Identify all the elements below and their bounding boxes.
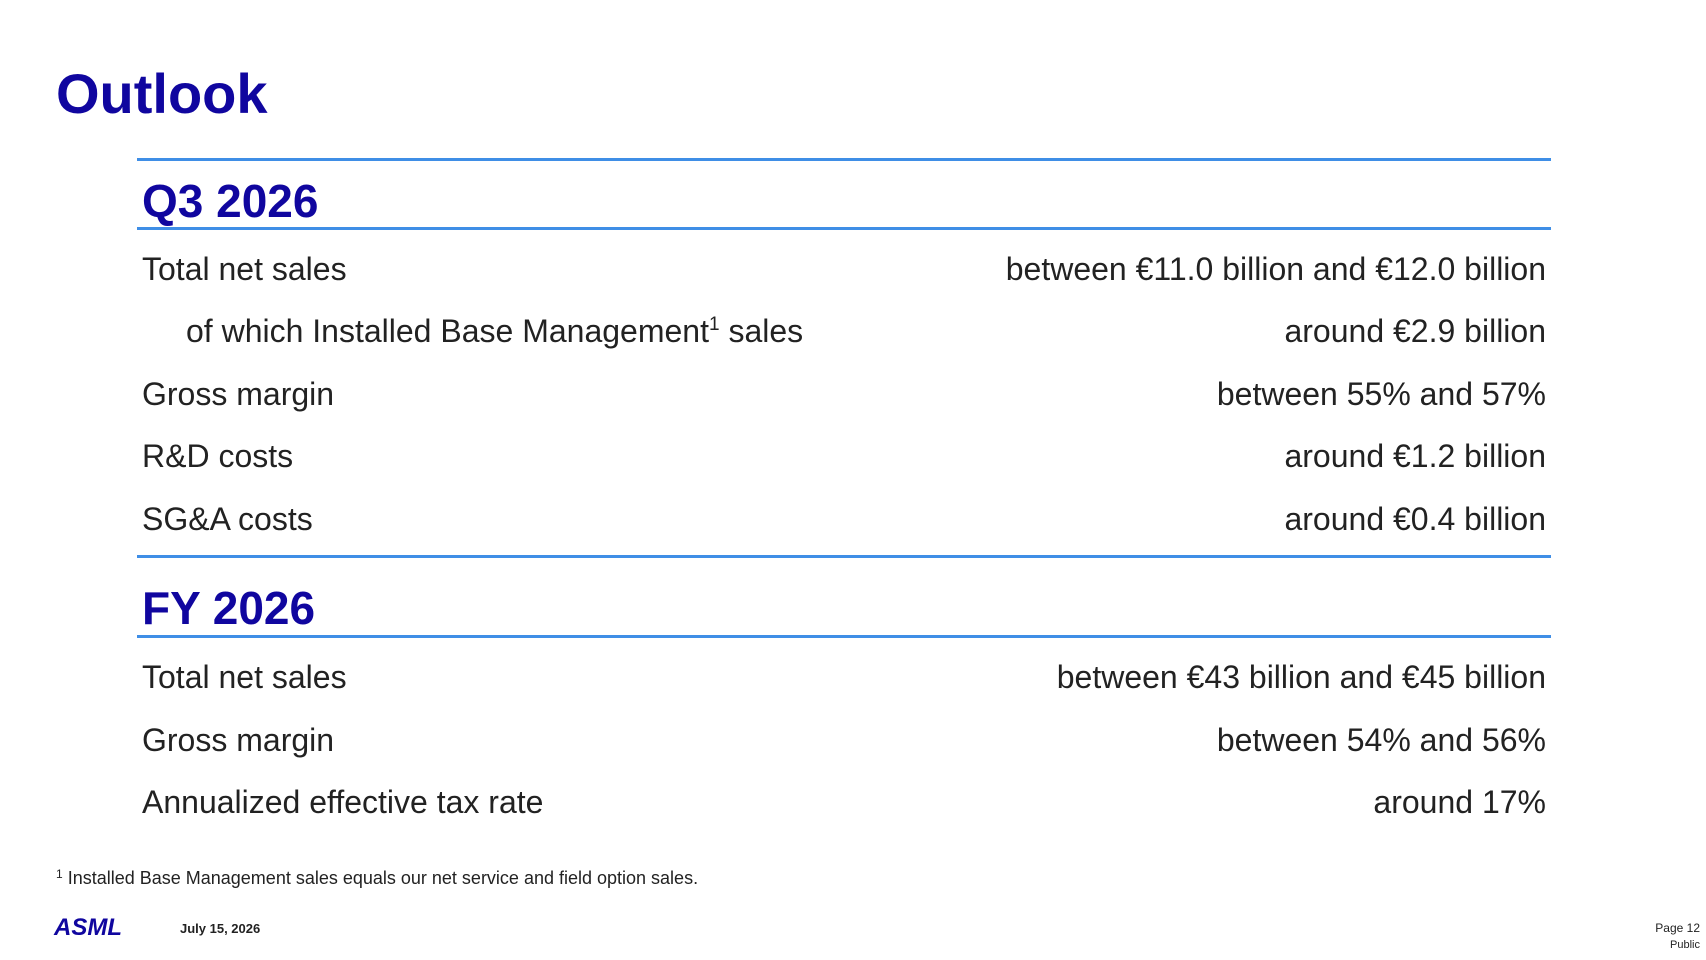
q3-bottom-rule <box>137 227 1551 230</box>
row-label: SG&A costs <box>142 501 313 537</box>
q3-row-rd-costs: R&D costs around €1.2 billion <box>142 434 1546 478</box>
q3-row-gross-margin: Gross margin between 55% and 57% <box>142 372 1546 416</box>
row-value: between 55% and 57% <box>1216 376 1546 412</box>
footer-date: July 15, 2026 <box>180 921 261 936</box>
fy-row-gross-margin: Gross margin between 54% and 56% <box>142 718 1546 762</box>
row-value: around 17% <box>1373 784 1546 820</box>
asml-logo: ASML <box>54 914 122 941</box>
row-label-suffix: sales <box>719 313 804 349</box>
row-label: of which Installed Base Management1 sale… <box>186 309 803 353</box>
q3-top-rule <box>137 158 1551 161</box>
row-value: around €0.4 billion <box>1284 501 1546 537</box>
row-value: around €1.2 billion <box>1284 438 1546 474</box>
fy-top-rule <box>137 555 1551 558</box>
fy-row-total-net-sales: Total net sales between €43 billion and … <box>142 655 1546 699</box>
classification-label: Public <box>1670 939 1700 951</box>
row-label: Gross margin <box>142 376 335 412</box>
page-title: Outlook <box>56 62 268 125</box>
q3-row-total-net-sales: Total net sales between €11.0 billion an… <box>142 247 1546 291</box>
fy-heading: FY 2026 <box>142 582 316 634</box>
row-value: between €11.0 billion and €12.0 billion <box>1005 251 1546 287</box>
row-label: R&D costs <box>142 438 294 474</box>
fy-bottom-rule <box>137 635 1551 638</box>
q3-heading: Q3 2026 <box>142 175 319 227</box>
row-label: Total net sales <box>142 251 347 287</box>
fy-row-effective-tax-rate: Annualized effective tax rate around 17% <box>142 780 1546 824</box>
footnote-marker: 1 <box>56 867 63 881</box>
row-label-text: of which Installed Base Management <box>186 313 709 349</box>
row-label: Annualized effective tax rate <box>142 784 544 820</box>
page-number: Page 12 <box>1655 921 1700 935</box>
q3-row-installed-base-management: of which Installed Base Management1 sale… <box>142 309 1546 353</box>
row-value: around €2.9 billion <box>1284 313 1546 349</box>
row-value: between 54% and 56% <box>1216 722 1546 758</box>
row-label: Gross margin <box>142 722 335 758</box>
q3-row-sga-costs: SG&A costs around €0.4 billion <box>142 497 1546 541</box>
footnote-marker: 1 <box>708 314 720 335</box>
row-value: between €43 billion and €45 billion <box>1056 659 1546 695</box>
row-label: Total net sales <box>142 659 347 695</box>
footnote-text: Installed Base Management sales equals o… <box>62 868 699 888</box>
footnote: 1 Installed Base Management sales equals… <box>56 868 698 889</box>
